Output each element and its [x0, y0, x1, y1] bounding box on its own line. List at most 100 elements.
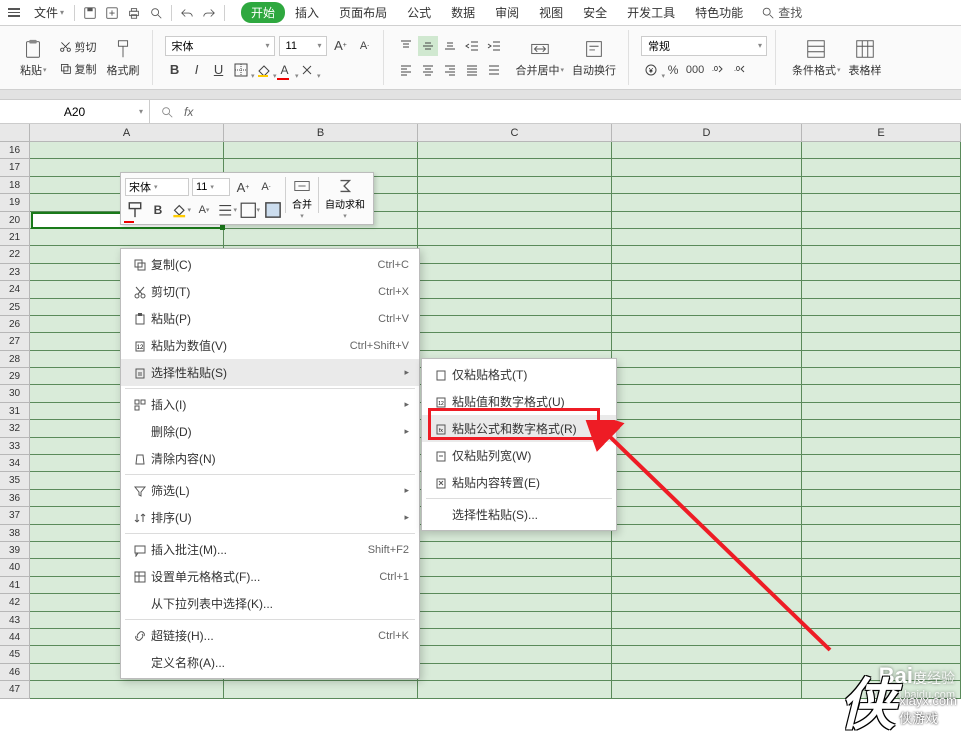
fx-label[interactable]: fx [184, 105, 193, 119]
mini-decrease-font-icon[interactable]: A- [256, 177, 276, 197]
cell[interactable] [802, 281, 961, 298]
tab-review[interactable]: 审阅 [485, 0, 529, 25]
cell[interactable] [802, 368, 961, 385]
cell[interactable] [802, 229, 961, 246]
cell[interactable] [612, 455, 802, 472]
cell[interactable] [612, 281, 802, 298]
cell[interactable] [612, 333, 802, 350]
cell[interactable] [612, 507, 802, 524]
row-header-27[interactable]: 27 [0, 333, 30, 350]
cell[interactable] [802, 455, 961, 472]
cell[interactable] [418, 559, 612, 576]
row-header-17[interactable]: 17 [0, 159, 30, 176]
font-size-select[interactable]: 11▾ [279, 36, 327, 56]
cell[interactable] [418, 542, 612, 559]
row-header-43[interactable]: 43 [0, 612, 30, 629]
cell[interactable] [224, 142, 418, 159]
cell[interactable] [612, 229, 802, 246]
row-header-45[interactable]: 45 [0, 646, 30, 663]
select-all-corner[interactable] [0, 124, 30, 141]
ctx-sort[interactable]: 排序(U) ▸ [121, 504, 419, 531]
tab-data[interactable]: 数据 [441, 0, 485, 25]
mini-increase-font-icon[interactable]: A+ [233, 177, 253, 197]
cell[interactable] [418, 246, 612, 263]
file-menu[interactable]: 文件 ▾ [28, 2, 70, 23]
cell[interactable] [802, 525, 961, 542]
hamburger-menu[interactable] [4, 4, 24, 21]
align-middle-icon[interactable] [418, 36, 438, 56]
sub-paste-formula-num[interactable]: fx 粘贴公式和数字格式(R) [422, 415, 616, 442]
row-header-29[interactable]: 29 [0, 368, 30, 385]
cell[interactable] [418, 229, 612, 246]
tab-security[interactable]: 安全 [573, 0, 617, 25]
column-header-A[interactable]: A [30, 124, 224, 141]
row-header-23[interactable]: 23 [0, 264, 30, 281]
ctx-paste-special[interactable]: 选择性粘贴(S) ▸ [121, 359, 419, 386]
table-style-button[interactable]: 表格样 [845, 36, 886, 80]
merge-center-button[interactable]: 合并居中▾ [512, 36, 569, 80]
cell[interactable] [612, 525, 802, 542]
cell[interactable] [612, 368, 802, 385]
cell[interactable] [802, 316, 961, 333]
cell[interactable] [802, 351, 961, 368]
cell[interactable] [802, 490, 961, 507]
justify-icon[interactable] [462, 60, 482, 80]
row-header-41[interactable]: 41 [0, 577, 30, 594]
ctx-delete[interactable]: 删除(D) ▸ [121, 418, 419, 445]
column-header-B[interactable]: B [224, 124, 418, 141]
comma-icon[interactable]: 000 [685, 60, 705, 80]
decrease-indent-icon[interactable] [462, 36, 482, 56]
search-button[interactable]: 查找 [761, 4, 802, 21]
cell[interactable] [30, 681, 224, 698]
cell[interactable] [418, 681, 612, 698]
cut-button[interactable]: 剪切 [57, 38, 99, 56]
ctx-copy[interactable]: 复制(C) Ctrl+C [121, 251, 419, 278]
cell[interactable] [802, 542, 961, 559]
cell[interactable] [612, 490, 802, 507]
increase-font-icon[interactable]: A+ [331, 36, 351, 56]
save-as-icon[interactable] [101, 2, 123, 24]
row-header-28[interactable]: 28 [0, 351, 30, 368]
row-header-19[interactable]: 19 [0, 194, 30, 211]
save-icon[interactable] [79, 2, 101, 24]
row-header-35[interactable]: 35 [0, 472, 30, 489]
percent-icon[interactable]: % [663, 60, 683, 80]
align-left-icon[interactable] [396, 60, 416, 80]
cell[interactable] [612, 577, 802, 594]
font-name-select[interactable]: 宋体▾ [165, 36, 275, 56]
row-header-24[interactable]: 24 [0, 281, 30, 298]
name-box[interactable]: ▾ [0, 100, 150, 123]
cell[interactable] [802, 177, 961, 194]
cell[interactable] [418, 594, 612, 611]
cell[interactable] [612, 142, 802, 159]
cell[interactable] [418, 664, 612, 681]
conditional-format-button[interactable]: 条件格式▾ [788, 36, 845, 80]
print-preview-icon[interactable] [145, 2, 167, 24]
cell[interactable] [612, 385, 802, 402]
cell[interactable] [418, 281, 612, 298]
sub-paste-value-num[interactable]: 12 粘贴值和数字格式(U) [422, 388, 616, 415]
cell[interactable] [612, 559, 802, 576]
tab-view[interactable]: 视图 [529, 0, 573, 25]
cell[interactable] [612, 472, 802, 489]
sub-paste-special-dlg[interactable]: 选择性粘贴(S)... [422, 501, 616, 528]
sub-paste-format[interactable]: 仅粘贴格式(T) [422, 361, 616, 388]
chevron-down-icon[interactable]: ▾ [139, 107, 143, 116]
clear-format-icon[interactable] [297, 60, 317, 80]
cell[interactable] [612, 542, 802, 559]
ctx-paste[interactable]: 粘贴(P) Ctrl+V [121, 305, 419, 332]
underline-icon[interactable]: U [209, 60, 229, 80]
ctx-clear[interactable]: 清除内容(N) [121, 445, 419, 472]
row-header-31[interactable]: 31 [0, 403, 30, 420]
sub-paste-transpose[interactable]: 粘贴内容转置(E) [422, 469, 616, 496]
cell[interactable] [802, 212, 961, 229]
row-header-25[interactable]: 25 [0, 299, 30, 316]
mini-fill-color-icon[interactable]: ▾ [171, 200, 191, 220]
cell[interactable] [612, 403, 802, 420]
cell[interactable] [612, 664, 802, 681]
cell[interactable] [418, 142, 612, 159]
tab-insert[interactable]: 插入 [285, 0, 329, 25]
decrease-decimal-icon[interactable]: .0 [729, 60, 749, 80]
cell[interactable] [612, 246, 802, 263]
cell[interactable] [802, 646, 961, 663]
